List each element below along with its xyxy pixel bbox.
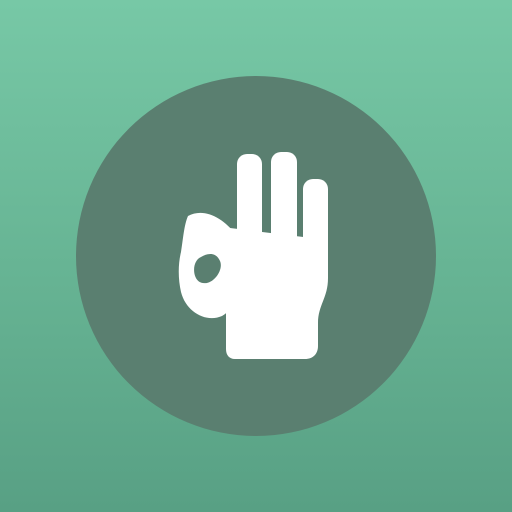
app-icon-canvas	[0, 0, 512, 512]
palm-shape	[226, 228, 328, 359]
ok-hand-gesture-icon	[178, 152, 328, 359]
